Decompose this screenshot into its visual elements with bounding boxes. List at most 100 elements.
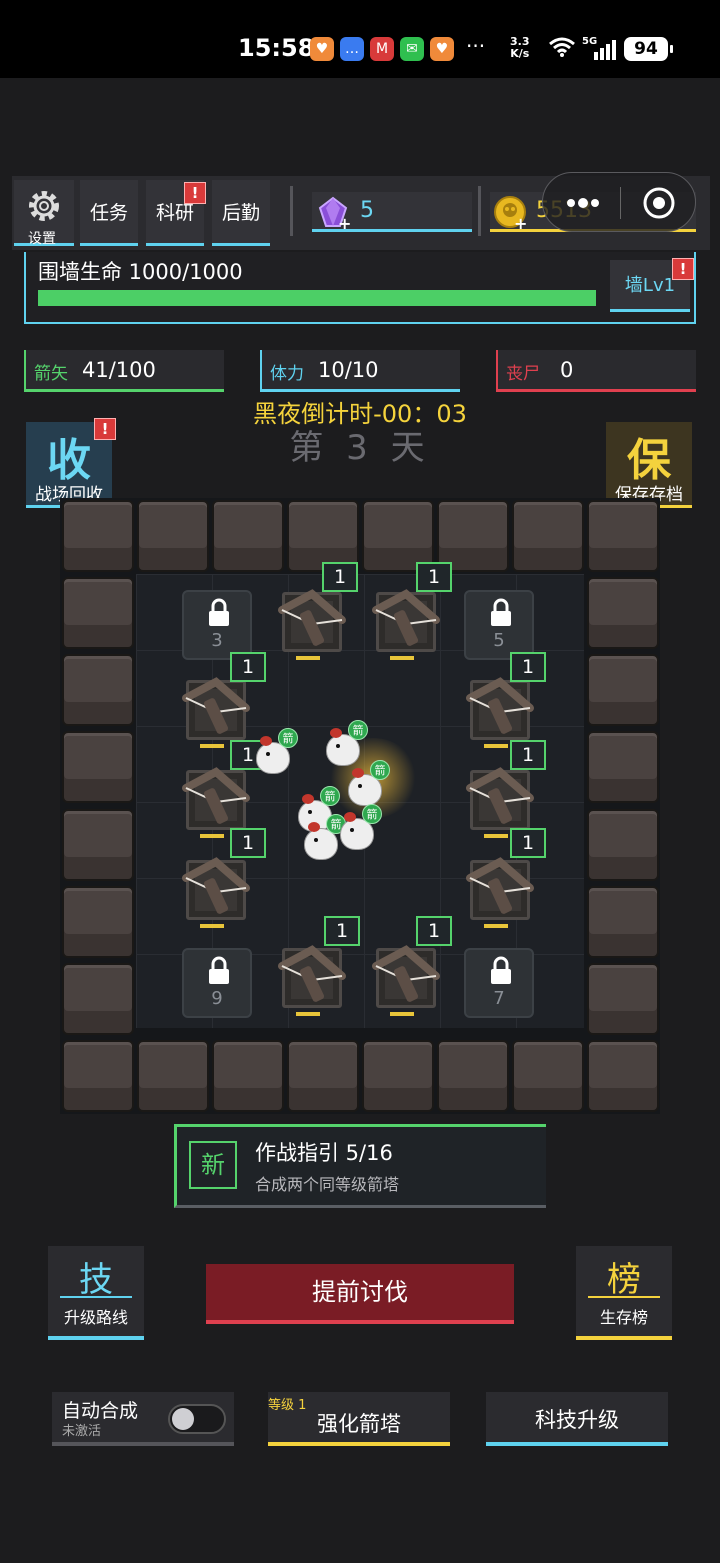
- archer-tag: 箭: [362, 804, 382, 824]
- auto-merge-status: 未激活: [62, 1424, 102, 1439]
- settings-label: 设置: [28, 231, 56, 247]
- wall-stone: [62, 962, 134, 1035]
- tower-level-badge: 1: [510, 740, 546, 770]
- arrow-tower[interactable]: [178, 762, 254, 838]
- archer-tag: 箭: [320, 786, 340, 806]
- wall-stone: [437, 1040, 509, 1112]
- wifi-icon: [549, 37, 575, 57]
- chicken-eye: [350, 828, 354, 832]
- wall-health-panel: 围墙生命 1000/1000 墙Lv1 !: [24, 252, 696, 324]
- chicken-comb: [352, 768, 364, 778]
- survival-ranking-button[interactable]: 榜 生存榜: [576, 1246, 672, 1340]
- wall-alert-badge: !: [672, 258, 694, 280]
- gem-count: 5: [360, 198, 374, 223]
- wall-stone: [212, 1040, 284, 1112]
- crossbow-icon: [372, 945, 440, 1002]
- save-glyph: 保: [627, 435, 671, 486]
- crossbow-icon: [466, 857, 534, 914]
- arrow-tower[interactable]: [368, 584, 444, 660]
- tower-ammo-bar: [390, 1012, 414, 1016]
- chicken-archer[interactable]: 箭: [340, 804, 382, 850]
- toolbar-divider: [290, 186, 293, 236]
- crossbow-icon: [278, 945, 346, 1002]
- arrow-tower[interactable]: [274, 940, 350, 1016]
- gem-icon: +: [318, 196, 350, 230]
- tower-ammo-bar: [200, 744, 224, 748]
- battle-guide-panel[interactable]: 新 作战指引 5/16 合成两个同等级箭塔: [174, 1124, 546, 1208]
- save-game-button[interactable]: 保 保存存档: [606, 422, 692, 508]
- chicken-eye: [358, 784, 362, 788]
- chicken-comb: [302, 794, 314, 804]
- wall-stone: [362, 1040, 434, 1112]
- chicken-archer[interactable]: 箭: [304, 814, 346, 860]
- arrow-tower[interactable]: [368, 940, 444, 1016]
- logistics-label: 后勤: [221, 202, 260, 224]
- lock-icon: [491, 956, 511, 984]
- arrow-tower[interactable]: [462, 672, 538, 748]
- tower-ammo-bar: [200, 834, 224, 838]
- settings-button[interactable]: 设置: [14, 180, 74, 247]
- archer-tag: 箭: [348, 720, 368, 740]
- gem-counter[interactable]: + 5: [312, 192, 472, 232]
- wall-health-label: 围墙生命 1000/1000: [38, 260, 243, 284]
- toolbar-divider: [478, 186, 481, 236]
- tasks-button[interactable]: 任务: [80, 180, 138, 246]
- battlefield: 35971111111111箭箭箭箭箭箭: [60, 498, 660, 1114]
- locked-tower-slot[interactable]: 9: [182, 948, 252, 1018]
- locked-tower-slot[interactable]: 3: [182, 590, 252, 660]
- auto-merge-toggle[interactable]: [168, 1404, 226, 1434]
- capsule-divider: [620, 187, 621, 219]
- early-attack-button[interactable]: 提前讨伐: [206, 1264, 514, 1324]
- wall-stone: [62, 500, 134, 572]
- strengthen-tower-button[interactable]: 等级 1 强化箭塔: [268, 1392, 450, 1446]
- wall-stone: [587, 885, 659, 958]
- wall-level-label: 墙Lv1: [624, 275, 676, 296]
- chicken-eye: [266, 752, 270, 756]
- chicken-archer[interactable]: 箭: [348, 760, 390, 806]
- logistics-button[interactable]: 后勤: [212, 180, 270, 246]
- arrow-tower[interactable]: [462, 852, 538, 928]
- notification-icons: ♥ … M ✉ ♥: [310, 37, 454, 61]
- more-options-icon[interactable]: [563, 191, 603, 215]
- arrow-tower[interactable]: [462, 762, 538, 838]
- crossbow-icon: [372, 589, 440, 646]
- ranking-rule: [588, 1296, 660, 1298]
- skills-glyph: 技: [79, 1260, 113, 1300]
- wall-stone: [587, 654, 659, 727]
- lock-icon: [491, 598, 511, 626]
- chicken-archer[interactable]: 箭: [256, 728, 298, 774]
- app-notification-icon: ♥: [430, 37, 454, 61]
- arrows-value: 41/100: [82, 358, 156, 382]
- new-tag: 新: [189, 1141, 237, 1189]
- battlefield-recycle-button[interactable]: 收 战场回收 !: [26, 418, 116, 508]
- wall-stone: [62, 654, 134, 727]
- chicken-comb: [308, 822, 320, 832]
- locked-slot-number: 3: [211, 630, 223, 651]
- wall-stone: [587, 577, 659, 650]
- archer-tag: 箭: [370, 760, 390, 780]
- recycle-alert-badge: !: [94, 418, 116, 440]
- wall-stone: [212, 500, 284, 572]
- research-alert-badge: !: [184, 182, 206, 204]
- wall-stone: [62, 1040, 134, 1112]
- tech-upgrade-button[interactable]: 科技升级: [486, 1392, 668, 1446]
- research-button[interactable]: 科研 !: [146, 180, 206, 246]
- tower-level-badge: 1: [416, 916, 452, 946]
- arrow-tower[interactable]: [178, 852, 254, 928]
- battery-indicator: 94: [624, 37, 673, 61]
- upgrade-route-button[interactable]: 技 升级路线: [48, 1246, 144, 1340]
- tower-ammo-bar: [484, 924, 508, 928]
- locked-tower-slot[interactable]: 5: [464, 590, 534, 660]
- wall-stone: [512, 500, 584, 572]
- locked-slot-number: 7: [493, 988, 505, 1009]
- arrow-tower[interactable]: [274, 584, 350, 660]
- tower-ammo-bar: [484, 834, 508, 838]
- miniprogram-capsule: [542, 172, 696, 232]
- chicken-archer[interactable]: 箭: [326, 720, 368, 766]
- wall-stone: [137, 500, 209, 572]
- zombies-value: 0: [560, 358, 574, 382]
- arrow-tower[interactable]: [178, 672, 254, 748]
- close-miniprogram-icon[interactable]: [641, 185, 677, 221]
- locked-tower-slot[interactable]: 7: [464, 948, 534, 1018]
- network-speed: 3.3 K/s: [510, 35, 530, 60]
